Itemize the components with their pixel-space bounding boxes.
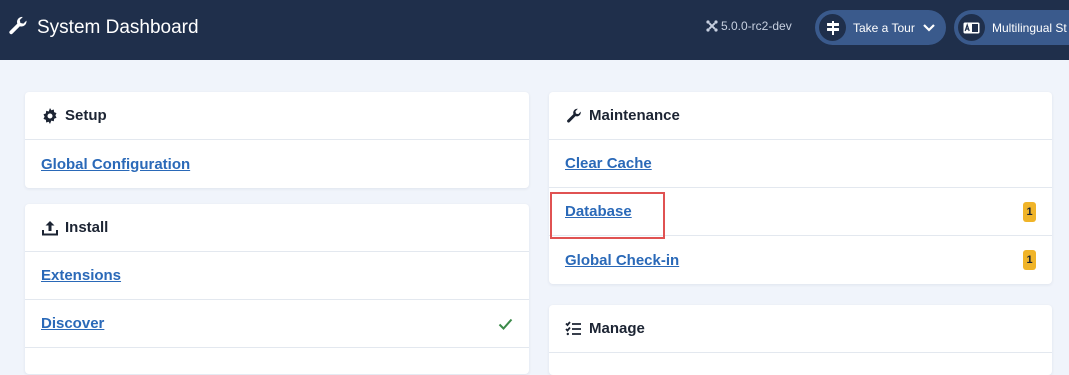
- database-count-badge: 1: [1023, 201, 1036, 222]
- setup-card-header: Setup: [25, 92, 529, 140]
- upload-icon: [41, 219, 58, 236]
- database-link[interactable]: Database: [565, 203, 632, 220]
- language-icon: [958, 14, 985, 41]
- list-item: Clear Cache: [549, 140, 1052, 188]
- list-item: Discover: [25, 300, 529, 348]
- wrench-icon: [565, 107, 582, 124]
- maintenance-title: Maintenance: [589, 107, 680, 124]
- install-title: Install: [65, 219, 109, 236]
- clear-cache-link[interactable]: Clear Cache: [565, 155, 652, 172]
- page-title: System Dashboard: [37, 17, 199, 38]
- list-item: Global Configuration: [25, 140, 529, 188]
- setup-card: Setup Global Configuration: [25, 92, 529, 188]
- multilingual-label: Multilingual St: [992, 20, 1067, 35]
- list-check-icon: [565, 320, 582, 337]
- global-check-in-link[interactable]: Global Check-in: [565, 252, 679, 269]
- install-card: Install Extensions Discover: [25, 204, 529, 374]
- list-item: Global Check-in 1: [549, 236, 1052, 284]
- signpost-icon: [819, 14, 846, 41]
- manage-card-header: Manage: [549, 305, 1052, 353]
- gear-icon: [41, 107, 58, 124]
- manage-title: Manage: [589, 320, 645, 337]
- global-check-in-count-badge: 1: [1023, 250, 1036, 270]
- header-title-group: System Dashboard: [8, 14, 199, 42]
- discover-link[interactable]: Discover: [41, 315, 104, 332]
- multilingual-status-button[interactable]: Multilingual St: [954, 10, 1069, 45]
- extensions-link[interactable]: Extensions: [41, 267, 121, 284]
- list-item: Extensions: [25, 252, 529, 300]
- wrench-icon: [8, 16, 28, 41]
- global-configuration-link[interactable]: Global Configuration: [41, 156, 190, 173]
- install-card-header: Install: [25, 204, 529, 252]
- take-a-tour-button[interactable]: Take a Tour: [815, 10, 946, 45]
- joomla-icon: [706, 20, 718, 32]
- manage-card: Manage: [549, 305, 1052, 375]
- version-info: 5.0.0-rc2-dev: [706, 19, 792, 33]
- setup-title: Setup: [65, 107, 107, 124]
- top-header: System Dashboard 5.0.0-rc2-dev Take a To…: [0, 0, 1069, 60]
- list-item: Database 1: [549, 188, 1052, 236]
- maintenance-card-header: Maintenance: [549, 92, 1052, 140]
- check-icon: [498, 318, 513, 330]
- chevron-down-icon: [923, 23, 935, 32]
- take-a-tour-label: Take a Tour: [853, 20, 915, 35]
- version-text: 5.0.0-rc2-dev: [721, 19, 792, 33]
- maintenance-card: Maintenance Clear Cache Database 1 Globa…: [549, 92, 1052, 284]
